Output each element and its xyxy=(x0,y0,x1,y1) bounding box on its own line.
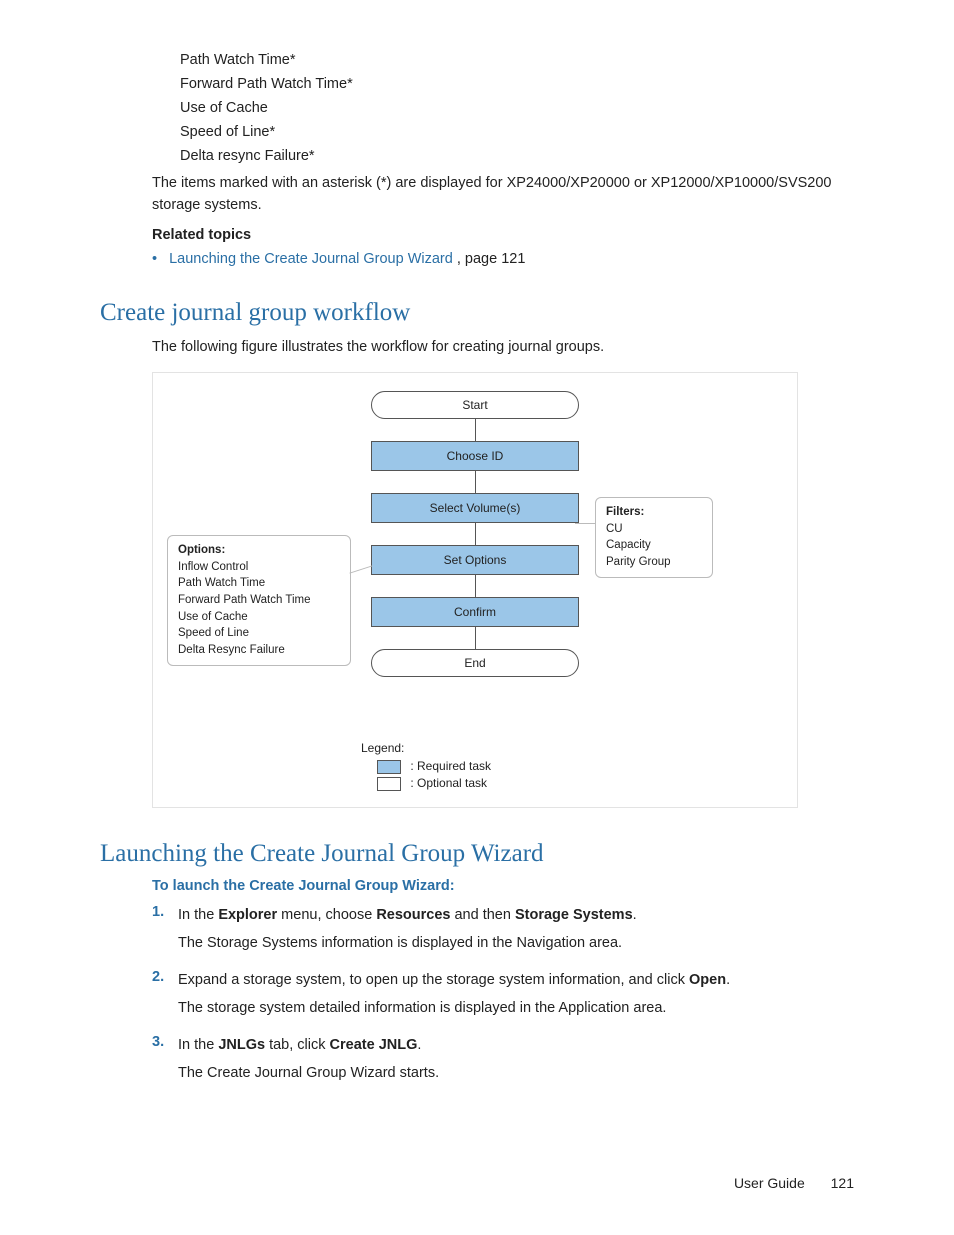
ui-term: Explorer xyxy=(218,907,277,923)
callout-line: Inflow Control xyxy=(178,559,340,576)
callout-line: Use of Cache xyxy=(178,609,340,626)
callout-line: Delta Resync Failure xyxy=(178,642,340,659)
legend-swatch-optional xyxy=(377,777,401,791)
figure-legend: Legend: : Required task : Optional task xyxy=(361,741,491,793)
page-number: 121 xyxy=(831,1175,854,1191)
step-result: The Storage Systems information is displ… xyxy=(178,932,854,954)
flow-step: Select Volume(s) xyxy=(371,493,579,523)
flow-connector xyxy=(475,471,476,493)
ui-term: Storage Systems xyxy=(515,907,633,923)
step-body: In the JNLGs tab, click Create JNLG. The… xyxy=(178,1034,854,1095)
flow-connector xyxy=(475,627,476,649)
step-text: Expand a storage system, to open up the … xyxy=(178,972,689,988)
procedure-subheading: To launch the Create Journal Group Wizar… xyxy=(152,878,854,894)
step-body: In the Explorer menu, choose Resources a… xyxy=(178,904,854,965)
section-heading-launching: Launching the Create Journal Group Wizar… xyxy=(100,840,854,868)
step-text: In the xyxy=(178,907,218,923)
top-property-list: Path Watch Time* Forward Path Watch Time… xyxy=(180,52,854,164)
flow-connector xyxy=(475,419,476,441)
step-text: menu, choose xyxy=(277,907,376,923)
step-body: Expand a storage system, to open up the … xyxy=(178,969,854,1030)
legend-title: Legend: xyxy=(361,741,491,755)
step-number: 2. xyxy=(152,969,178,1030)
step-text: In the xyxy=(178,1037,218,1053)
callout-line: Forward Path Watch Time xyxy=(178,592,340,609)
step-text: . xyxy=(726,972,730,988)
callout-line: Parity Group xyxy=(606,554,702,571)
callout-line: CU xyxy=(606,521,702,538)
related-topics-heading: Related topics xyxy=(152,227,854,243)
filters-callout-title: Filters: xyxy=(606,504,702,521)
step-number: 3. xyxy=(152,1034,178,1095)
step-text: tab, click xyxy=(265,1037,329,1053)
procedure-step: 3. In the JNLGs tab, click Create JNLG. … xyxy=(152,1034,854,1095)
asterisk-note: The items marked with an asterisk (*) ar… xyxy=(152,172,854,217)
flow-step: Choose ID xyxy=(371,441,579,471)
step-result: The Create Journal Group Wizard starts. xyxy=(178,1062,854,1084)
step-number: 1. xyxy=(152,904,178,965)
procedure-step: 2. Expand a storage system, to open up t… xyxy=(152,969,854,1030)
step-result: The storage system detailed information … xyxy=(178,997,854,1019)
page-footer: User Guide 121 xyxy=(734,1175,854,1191)
procedure-step: 1. In the Explorer menu, choose Resource… xyxy=(152,904,854,965)
callout-leader-line xyxy=(575,523,595,524)
step-text: . xyxy=(417,1037,421,1053)
options-callout: Options: Inflow Control Path Watch Time … xyxy=(167,535,351,666)
workflow-intro: The following figure illustrates the wor… xyxy=(152,337,854,358)
related-topics-list: • Launching the Create Journal Group Wiz… xyxy=(152,251,854,267)
list-item: Path Watch Time* xyxy=(180,52,854,68)
callout-leader-line xyxy=(349,565,372,573)
flow-end: End xyxy=(371,649,579,677)
list-item: Delta resync Failure* xyxy=(180,148,854,164)
legend-label: : Required task xyxy=(410,759,491,773)
footer-label: User Guide xyxy=(734,1175,805,1191)
flowchart: Start Choose ID Select Volume(s) Set Opt… xyxy=(371,391,579,677)
list-item: Forward Path Watch Time* xyxy=(180,76,854,92)
page: Path Watch Time* Forward Path Watch Time… xyxy=(0,0,954,1235)
procedure-list: 1. In the Explorer menu, choose Resource… xyxy=(152,904,854,1095)
ui-term: JNLGs xyxy=(218,1037,265,1053)
flow-connector xyxy=(475,523,476,545)
callout-line: Capacity xyxy=(606,537,702,554)
flow-connector xyxy=(475,575,476,597)
callout-line: Path Watch Time xyxy=(178,575,340,592)
section-heading-workflow: Create journal group workflow xyxy=(100,299,854,327)
legend-row-required: : Required task xyxy=(377,759,491,774)
filters-callout: Filters: CU Capacity Parity Group xyxy=(595,497,713,578)
list-item: Speed of Line* xyxy=(180,124,854,140)
related-link[interactable]: Launching the Create Journal Group Wizar… xyxy=(169,251,453,267)
flow-start: Start xyxy=(371,391,579,419)
legend-swatch-required xyxy=(377,760,401,774)
workflow-figure: Start Choose ID Select Volume(s) Set Opt… xyxy=(152,372,798,808)
list-item: Use of Cache xyxy=(180,100,854,116)
ui-term: Resources xyxy=(376,907,450,923)
callout-line: Speed of Line xyxy=(178,625,340,642)
step-text: and then xyxy=(450,907,515,923)
ui-term: Open xyxy=(689,972,726,988)
flow-step: Confirm xyxy=(371,597,579,627)
legend-label: : Optional task xyxy=(410,776,487,790)
bullet-icon: • xyxy=(152,251,157,267)
related-link-pageref: , page 121 xyxy=(457,251,526,267)
flow-step: Set Options xyxy=(371,545,579,575)
step-text: . xyxy=(633,907,637,923)
legend-row-optional: : Optional task xyxy=(377,776,491,791)
options-callout-title: Options: xyxy=(178,542,340,559)
ui-term: Create JNLG xyxy=(330,1037,418,1053)
